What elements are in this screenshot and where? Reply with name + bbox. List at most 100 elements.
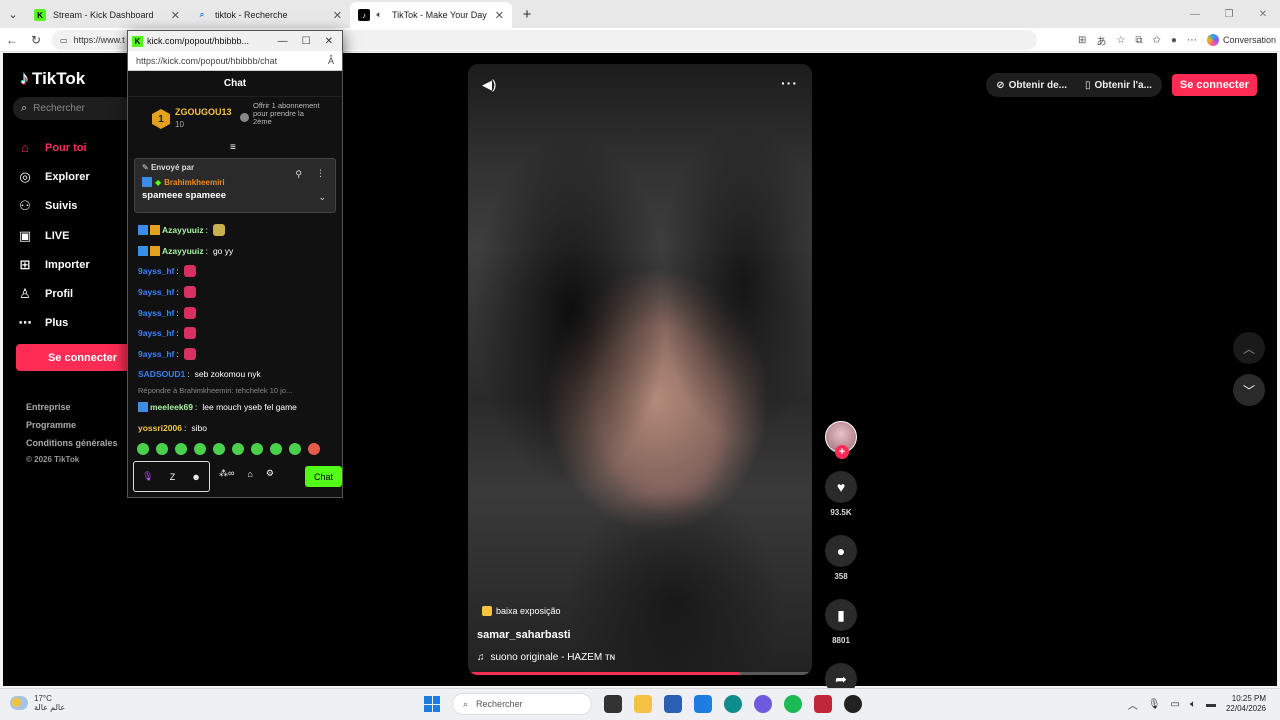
collapse-menu-icon[interactable]: ≡ [230, 142, 236, 153]
chat-message[interactable]: 9ayss_hf: [138, 344, 338, 365]
app-icon[interactable] [844, 695, 862, 713]
comment-icon[interactable]: ● [825, 535, 857, 567]
mic-icon[interactable]: 🎙︎ [1148, 699, 1161, 710]
windows-start-icon[interactable] [424, 696, 440, 712]
close-icon[interactable]: ✕ [325, 36, 333, 47]
video-music[interactable]: ♫ suono originale - HAZEM ᴛɴ [477, 652, 615, 663]
chat-message[interactable]: 9ayss_hf: [138, 302, 338, 323]
new-tab-icon[interactable]: + [514, 1, 540, 27]
store-icon[interactable]: ⌂ [247, 469, 252, 479]
previous-video-icon[interactable]: ︿ [1233, 332, 1265, 364]
chat-message[interactable]: 9ayss_hf: [138, 323, 338, 344]
outlook-icon[interactable] [694, 695, 712, 713]
edge-icon[interactable] [724, 695, 742, 713]
emote-icon[interactable] [308, 443, 320, 455]
translate-icon[interactable]: あ [1096, 33, 1106, 48]
chat-message[interactable]: SADSOUD1: seb zokomou nyk [138, 364, 338, 385]
chat-username[interactable]: 9ayss_hf [138, 349, 174, 359]
chevron-down-icon[interactable]: ⌄ [318, 192, 326, 203]
heart-icon[interactable]: ♥ [825, 471, 857, 503]
tiktok-logo[interactable]: ♪ TikTok [20, 68, 85, 89]
emote-icon[interactable] [137, 443, 149, 455]
chat-username[interactable]: 9ayss_hf [138, 266, 174, 276]
volume-icon[interactable]: ◀) [482, 77, 496, 93]
settings-gear-icon[interactable]: ⚙ [266, 468, 274, 479]
emote-icon[interactable] [213, 443, 225, 455]
emote-icon[interactable] [175, 443, 187, 455]
minimize-icon[interactable]: — [1178, 0, 1212, 28]
maximize-icon[interactable]: ☐ [302, 36, 311, 47]
emote-icon[interactable] [251, 443, 263, 455]
speaker-icon[interactable]: 🔈︎ [373, 9, 385, 21]
emoji-icon[interactable]: ☻ [191, 472, 200, 482]
chat-username[interactable]: 9ayss_hf [138, 328, 174, 338]
emote-icon[interactable] [232, 443, 244, 455]
read-aloud-icon[interactable]: A͒ [328, 56, 334, 66]
volume-icon[interactable]: 🔈︎ [1190, 699, 1196, 710]
more-icon[interactable]: ⋯ [1187, 35, 1197, 46]
refresh-icon[interactable]: ↻ [24, 28, 48, 52]
follow-plus-icon[interactable]: + [835, 445, 849, 459]
chat-message[interactable]: Azayyuuiz: go yy [138, 241, 338, 262]
bookmark-icon[interactable]: ▮ [825, 599, 857, 631]
close-icon[interactable]: ✕ [1246, 0, 1280, 28]
favorites-icon[interactable]: ✩ [1153, 35, 1161, 46]
battery-icon[interactable]: ▬ [1206, 699, 1216, 710]
like-action[interactable]: ♥ 93.5K [821, 471, 861, 517]
footer-link-entreprise[interactable]: Entreprise [26, 398, 118, 416]
clock[interactable]: 10:25 PM 22/04/2026 [1226, 694, 1266, 714]
weather-widget[interactable]: 17°C عالم عالة [10, 694, 65, 712]
chevron-up-icon[interactable]: ︿ [1128, 697, 1138, 712]
send-chat-button[interactable]: Chat [305, 466, 342, 487]
footer-link-conditions[interactable]: Conditions générales [26, 434, 118, 452]
pin-icon[interactable]: ⚲ [295, 169, 302, 180]
chat-message[interactable]: Azayyuuiz: [138, 220, 338, 241]
discord-icon[interactable] [754, 695, 772, 713]
save-action[interactable]: ▮ 8801 [821, 599, 861, 645]
back-icon[interactable]: ← [0, 28, 24, 52]
extensions-icon[interactable]: ⧉ [1135, 35, 1142, 46]
close-tab-icon[interactable]: ✕ [333, 9, 342, 22]
pinned-more-icon[interactable]: ⋮ [316, 168, 325, 179]
gift-sub-text[interactable]: Offrir 1 abonnement pour prendre la 2ème [253, 102, 323, 126]
network-icon[interactable]: ▭ [1171, 699, 1180, 710]
creator-avatar[interactable]: + [825, 421, 857, 459]
emote-icon[interactable] [270, 443, 282, 455]
favorite-star-icon[interactable]: ☆ [1116, 35, 1125, 46]
close-tab-icon[interactable]: ✕ [171, 9, 180, 22]
get-desktop-button[interactable]: ⊘ Obtenir de... [996, 80, 1067, 91]
apps-icon[interactable]: ⊞ [1078, 35, 1086, 46]
popout-url-bar[interactable]: https://kick.com/popout/hbibbb/chat A͒ [128, 51, 342, 71]
profile-avatar-icon[interactable]: ● [1171, 35, 1177, 46]
chat-message[interactable]: yossri2006: sibo [138, 417, 338, 438]
emote-icon[interactable] [156, 443, 168, 455]
tab-tiktok-search[interactable]: ⌕ tiktok - Recherche ✕ [188, 2, 350, 28]
top-gifter-name[interactable]: ZGOUGOU13 [175, 107, 232, 117]
tab-actions-menu-icon[interactable]: ⌄ [0, 0, 26, 28]
minimize-icon[interactable]: — [278, 36, 288, 47]
get-app-button[interactable]: ▯ Obtenir l'a... [1085, 80, 1152, 91]
mic-icon[interactable]: 🎙︎ [142, 471, 153, 482]
copilot-button[interactable]: Conversation [1206, 34, 1276, 46]
chat-message[interactable]: 9ayss_hf: [138, 261, 338, 282]
next-video-icon[interactable]: ﹀ [1233, 374, 1265, 406]
footer-link-programme[interactable]: Programme [26, 416, 118, 434]
close-tab-icon[interactable]: ✕ [495, 9, 504, 22]
chat-username[interactable]: 9ayss_hf [138, 308, 174, 318]
pinned-user[interactable]: ◆ Brahimkheemiri [142, 177, 225, 187]
spotify-icon[interactable] [784, 695, 802, 713]
chat-username[interactable]: Azayyuuiz [162, 225, 204, 235]
emote-icon[interactable] [289, 443, 301, 455]
chat-username[interactable]: SADSOUD1 [138, 369, 185, 379]
video-progress-bar[interactable] [468, 672, 812, 675]
reply-preview[interactable]: Répondre à Brahimkheemiri: tehchelek 10 … [138, 385, 338, 397]
maximize-icon[interactable]: ❐ [1212, 0, 1246, 28]
emote-icon[interactable] [194, 443, 206, 455]
tab-kick-dashboard[interactable]: K Stream - Kick Dashboard ✕ [26, 2, 188, 28]
chat-username[interactable]: 9ayss_hf [138, 287, 174, 297]
store-icon[interactable] [664, 695, 682, 713]
chat-username[interactable]: meeleek69 [150, 402, 193, 412]
tab-tiktok[interactable]: ♪ 🔈︎ TikTok - Make Your Day ✕ [350, 2, 512, 28]
video-author[interactable]: samar_saharbasti [477, 629, 571, 641]
video-player[interactable]: ◀) ··· baixa exposição samar_saharbasti … [468, 64, 812, 675]
